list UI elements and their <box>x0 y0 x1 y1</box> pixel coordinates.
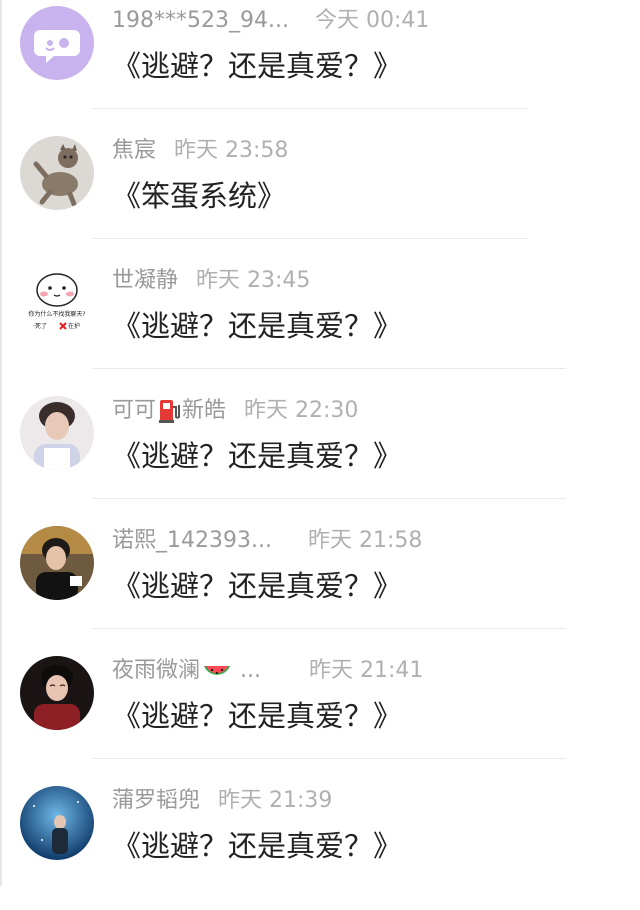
sender-name[interactable]: 世凝静 <box>112 266 178 296</box>
message-item[interactable]: 焦宸 昨天 23:58 《笨蛋系统》 <box>0 130 640 260</box>
avatar[interactable]: 你为什么不找我聊天? ·死了 在护 <box>20 266 94 340</box>
divider <box>92 758 566 759</box>
sender-name[interactable]: 蒲罗韬兜 <box>112 786 200 816</box>
divider <box>92 108 528 109</box>
message-item[interactable]: 蒲罗韬兜 昨天 21:39 《逃避？还是真爱？》 <box>0 780 640 910</box>
avatar[interactable] <box>20 786 94 860</box>
message-meta: 蒲罗韬兜 昨天 21:39 <box>112 786 332 816</box>
message-text[interactable]: 《逃避？还是真爱？》 <box>112 436 402 476</box>
avatar-caption-line1: 你为什么不找我聊天? <box>28 310 85 318</box>
message-text[interactable]: 《逃避？还是真爱？》 <box>112 696 402 736</box>
fuel-pump-icon <box>158 398 181 433</box>
sender-name-suffix[interactable]: 新皓 <box>182 396 226 426</box>
message-time: 昨天 23:58 <box>174 138 289 163</box>
sender-name[interactable]: 焦宸 <box>112 136 156 166</box>
watermelon-icon <box>202 658 232 693</box>
avatar[interactable] <box>20 6 94 80</box>
message-item[interactable]: 夜雨微澜... 昨天 21:41 《逃避？还是真爱？》 <box>0 650 640 780</box>
person-photo-icon <box>20 526 94 600</box>
message-meta: 可可 新皓 昨天 22:30 <box>112 396 358 426</box>
message-time: 昨天 21:41 <box>309 658 424 683</box>
sender-name[interactable]: 可可 <box>112 396 156 426</box>
avatar[interactable] <box>20 656 94 730</box>
person-photo-blue-icon <box>20 786 94 860</box>
message-meta: 诺熙_142393... 昨天 21:58 <box>112 526 422 556</box>
message-text[interactable]: 《逃避？还是真爱？》 <box>112 306 402 346</box>
message-item[interactable]: 198***523_94... 今天 00:41 《逃避？还是真爱？》 <box>0 0 640 130</box>
sender-name[interactable]: 198***523_94... <box>112 6 289 36</box>
message-time: 昨天 23:45 <box>196 268 311 293</box>
avatar-caption-line2: ·死了 <box>33 323 47 330</box>
avatar[interactable] <box>20 136 94 210</box>
message-text[interactable]: 《笨蛋系统》 <box>112 176 286 216</box>
cartoon-dumpling-icon: 你为什么不找我聊天? ·死了 在护 <box>20 266 94 340</box>
message-meta: 世凝静 昨天 23:45 <box>112 266 310 296</box>
message-time: 今天 00:41 <box>314 8 430 33</box>
sender-name[interactable]: 诺熙_142393... <box>112 526 272 556</box>
message-meta: 夜雨微澜... 昨天 21:41 <box>112 656 423 686</box>
sender-name[interactable]: 夜雨微澜 <box>112 656 200 686</box>
message-item[interactable]: 你为什么不找我聊天? ·死了 在护 世凝静 昨天 23:45 《逃避？还是真爱？》 <box>0 260 640 390</box>
divider <box>92 238 528 239</box>
message-meta: 198***523_94... 今天 00:41 <box>112 6 429 36</box>
message-time: 昨天 21:58 <box>307 528 423 553</box>
message-meta: 焦宸 昨天 23:58 <box>112 136 288 166</box>
sender-name-ellipsis[interactable]: ... <box>240 656 261 686</box>
divider <box>92 628 566 629</box>
message-item[interactable]: 诺熙_142393... 昨天 21:58 《逃避？还是真爱？》 <box>0 520 640 650</box>
message-time: 昨天 22:30 <box>244 398 359 423</box>
message-text[interactable]: 《逃避？还是真爱？》 <box>112 46 402 86</box>
cat-avatar-icon <box>20 136 94 210</box>
message-time: 昨天 21:39 <box>218 788 333 813</box>
person-photo-icon <box>20 396 94 470</box>
chat-bubble-logo-icon <box>20 6 94 80</box>
message-text[interactable]: 《逃避？还是真爱？》 <box>112 826 402 866</box>
divider <box>92 498 566 499</box>
message-item[interactable]: 可可 新皓 昨天 22:30 《逃避？还是真爱？》 <box>0 390 640 520</box>
avatar[interactable] <box>20 526 94 600</box>
person-photo-icon <box>20 656 94 730</box>
avatar[interactable] <box>20 396 94 470</box>
message-text[interactable]: 《逃避？还是真爱？》 <box>112 566 402 606</box>
divider <box>92 368 566 369</box>
avatar-caption-line3: 在护 <box>68 322 80 330</box>
